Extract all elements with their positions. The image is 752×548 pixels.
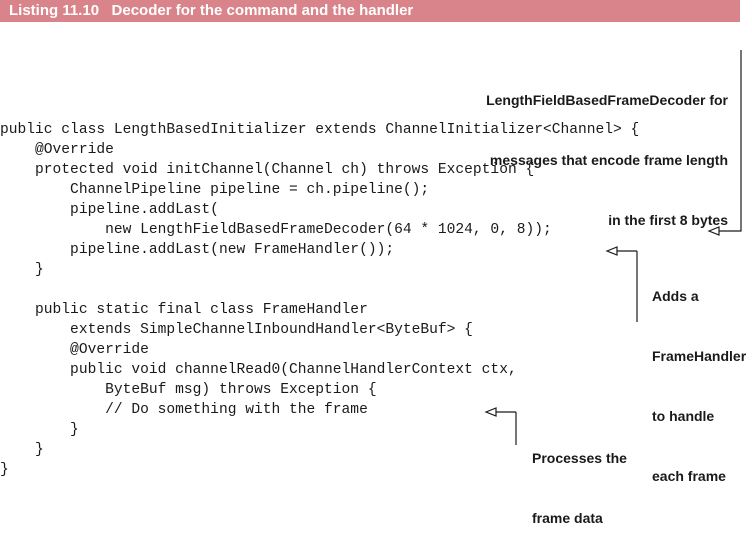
callout-arrows (484, 50, 742, 445)
arrowhead-decoder-icon (707, 226, 720, 236)
arrowhead-frame-handler-icon (605, 246, 618, 256)
arrowhead-processes-icon (484, 407, 497, 417)
annotation-line: frame data (532, 510, 603, 526)
callout-line-decoder (718, 50, 742, 232)
